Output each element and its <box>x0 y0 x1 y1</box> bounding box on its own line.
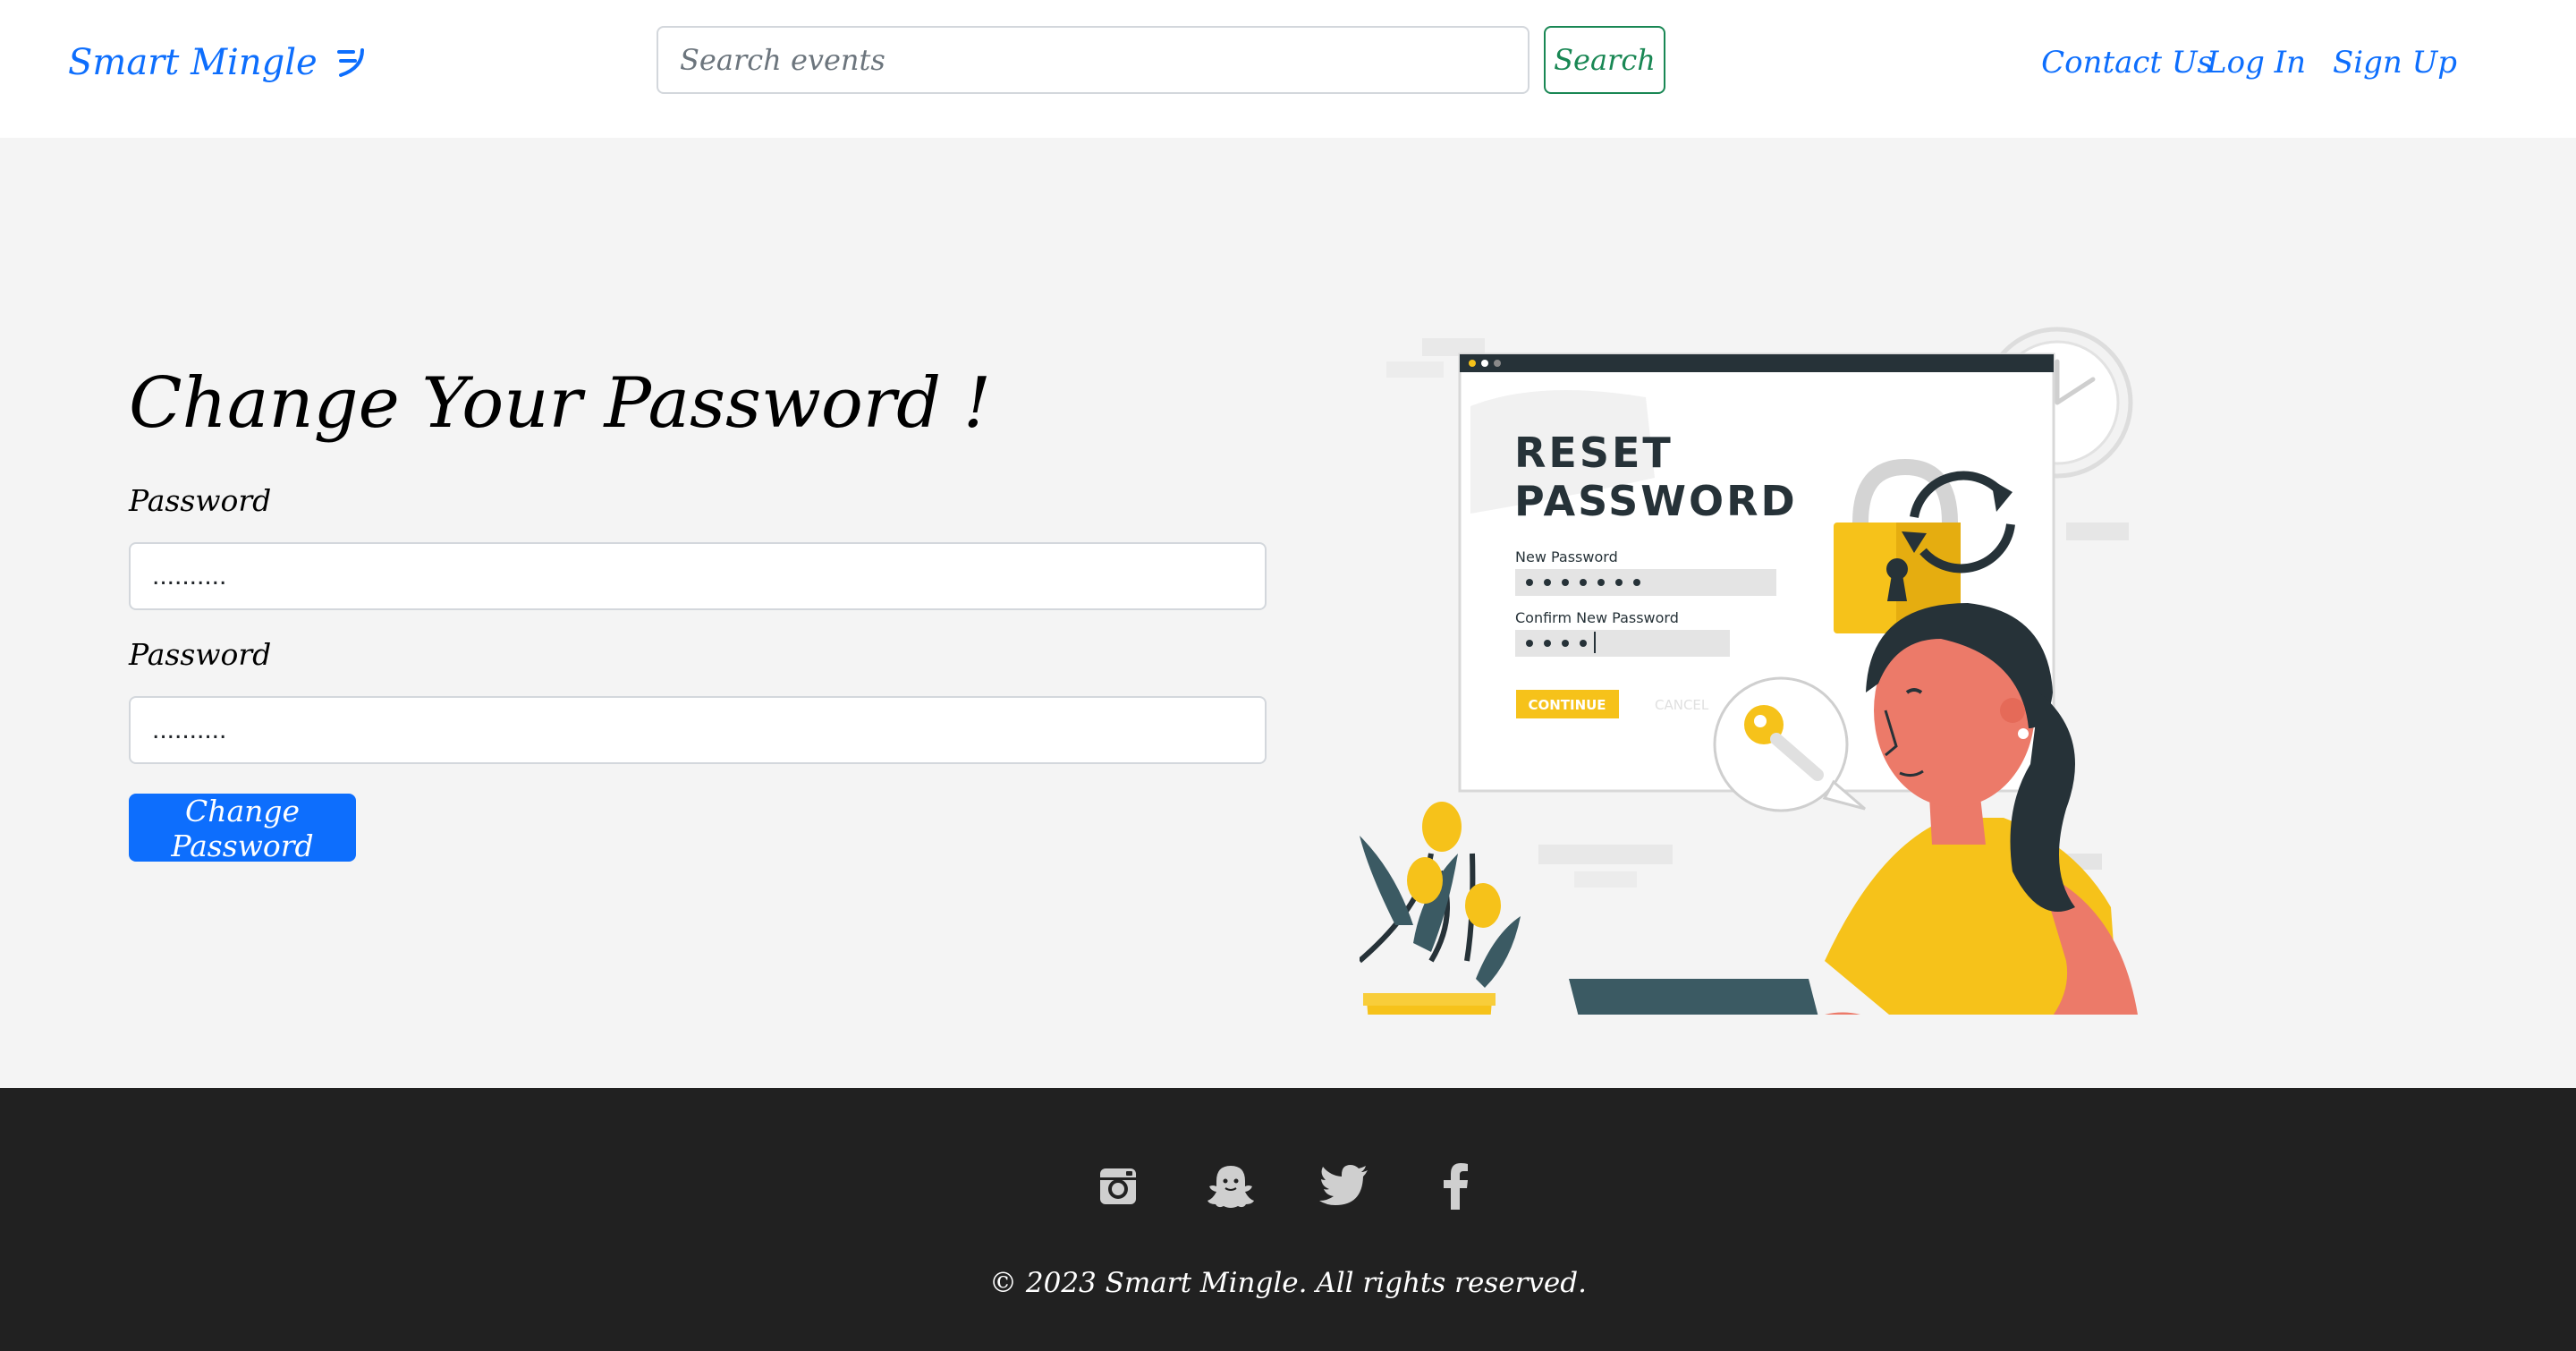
password-label: Password <box>129 483 272 518</box>
main-content: Change Your Password ! Password Password… <box>0 138 2576 1088</box>
change-password-button[interactable]: Change Password <box>129 794 356 863</box>
nav-link-sign-up[interactable]: Sign Up <box>2333 36 2457 89</box>
password-field[interactable] <box>129 542 1267 610</box>
confirm-password-label: Password <box>129 637 272 672</box>
nav-link-contact-us[interactable]: Contact Us <box>2041 36 2213 89</box>
new-password-label: New Password <box>1515 548 1618 565</box>
brand-icon <box>336 48 364 77</box>
snapchat-icon[interactable] <box>1204 1160 1258 1213</box>
nav-link-log-in[interactable]: Log In <box>2207 36 2306 89</box>
continue-button-illus: CONTINUE <box>1528 697 1606 713</box>
reset-password-illustration: RESET PASSWORD New Password Confirm New … <box>1360 327 2138 1015</box>
facebook-icon[interactable] <box>1429 1160 1483 1213</box>
twitter-icon[interactable] <box>1318 1160 1371 1213</box>
navbar: Smart Mingle Search Contact Us Log In Si… <box>0 0 2576 138</box>
footer: © 2023 Smart Mingle. All rights reserved… <box>0 1088 2576 1351</box>
cancel-button-illus: CANCEL <box>1655 697 1709 713</box>
instagram-icon[interactable] <box>1091 1160 1145 1213</box>
brand-logo[interactable]: Smart Mingle <box>68 36 366 89</box>
brand-name: Smart Mingle <box>68 42 318 83</box>
confirm-password-label-illus: Confirm New Password <box>1515 609 1679 626</box>
copyright-text: © 2023 Smart Mingle. All rights reserved… <box>989 1267 1587 1299</box>
page-title: Change Your Password ! <box>129 363 992 444</box>
flower-pot <box>1360 802 1521 1015</box>
search-input[interactable] <box>657 26 1530 94</box>
reset-heading-line1: RESET <box>1514 429 1674 477</box>
reset-heading-line2: PASSWORD <box>1514 477 1798 525</box>
confirm-password-field[interactable] <box>129 696 1267 764</box>
search-button[interactable]: Search <box>1544 26 1665 94</box>
